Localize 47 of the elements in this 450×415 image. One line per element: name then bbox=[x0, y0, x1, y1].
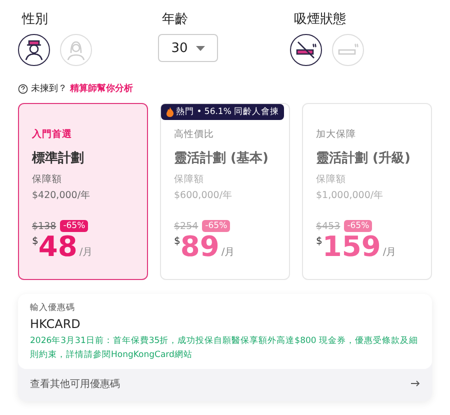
price-unit: /月 bbox=[221, 246, 235, 259]
gender-option[interactable] bbox=[18, 34, 50, 66]
plan-tag: 高性價比 bbox=[174, 128, 276, 141]
discount-tag: -65% bbox=[202, 220, 230, 232]
coverage-amount: $420,000/年 bbox=[32, 189, 92, 202]
analysis-link[interactable]: 精算師幫你分析 bbox=[70, 82, 133, 95]
popular-badge: 熱門 • 56.1% 同齡人會揀 bbox=[161, 104, 284, 120]
discount-tag: -65% bbox=[344, 220, 372, 232]
promo-label: 輸入優惠碼 bbox=[30, 302, 76, 314]
discount-tag: -65% bbox=[60, 220, 88, 232]
coverage-amount: $600,000/年 bbox=[174, 189, 234, 202]
plan-name: 標準計劃 bbox=[32, 150, 85, 167]
coverage-label: 保障額 bbox=[316, 173, 347, 186]
monthly-price: 159 bbox=[322, 232, 381, 263]
price-unit: /月 bbox=[79, 246, 93, 259]
plan-tag: 加大保障 bbox=[316, 128, 418, 141]
original-price: $254 bbox=[174, 220, 198, 232]
question-icon bbox=[18, 84, 28, 94]
plan-card[interactable]: 入門首選 標準計劃 保障額 $420,000/年 $138 -65% $48/月 bbox=[18, 103, 148, 280]
plan-name: 靈活計劃 (升級) bbox=[316, 150, 412, 167]
field-label: 吸煙狀態 bbox=[293, 11, 347, 28]
coverage-label: 保障額 bbox=[32, 173, 63, 186]
coverage-amount: $1,000,000/年 bbox=[316, 189, 385, 202]
currency-symbol: $ bbox=[32, 236, 38, 247]
smoking-option[interactable] bbox=[290, 34, 322, 66]
currency-symbol: $ bbox=[316, 236, 322, 247]
plan-card[interactable]: 熱門 • 56.1% 同齡人會揀 高性價比 靈活計劃 (基本) 保障額 $600,000/年 $254 -65% $89/月 bbox=[160, 103, 290, 280]
caret-icon bbox=[196, 46, 205, 50]
monthly-price: 89 bbox=[180, 232, 220, 263]
monthly-price: 48 bbox=[38, 232, 78, 263]
field-label: 年齡 bbox=[161, 11, 189, 28]
price-unit: /月 bbox=[382, 246, 396, 259]
field-label: 性別 bbox=[20, 11, 49, 28]
currency-symbol: $ bbox=[174, 236, 180, 247]
arrow-right-icon bbox=[411, 380, 420, 388]
plan-tag: 入門首選 bbox=[32, 128, 134, 141]
plan-name: 靈活計劃 (基本) bbox=[174, 150, 270, 167]
original-price: $453 bbox=[316, 220, 340, 232]
coverage-label: 保障額 bbox=[174, 173, 205, 186]
age-select[interactable]: 30 bbox=[158, 34, 218, 62]
fire-icon bbox=[166, 107, 174, 117]
promo-note: 2026年3月31日前：首年保費35折，成功投保自願醫保享額外高達$800 現金券，優惠受條款及細則約束，詳情請參閱HongKongCard網站 bbox=[30, 334, 420, 362]
promo-code[interactable]: HKCARD bbox=[30, 317, 420, 331]
more-promos-button[interactable]: 查看其他可用優惠碼 bbox=[18, 368, 432, 401]
plan-card[interactable]: 加大保障 靈活計劃 (升級) 保障額 $1,000,000/年 $453 -65% $159/月 bbox=[302, 103, 432, 280]
original-price: $138 bbox=[32, 220, 56, 232]
hint-text: 未揀到？ bbox=[31, 82, 67, 95]
